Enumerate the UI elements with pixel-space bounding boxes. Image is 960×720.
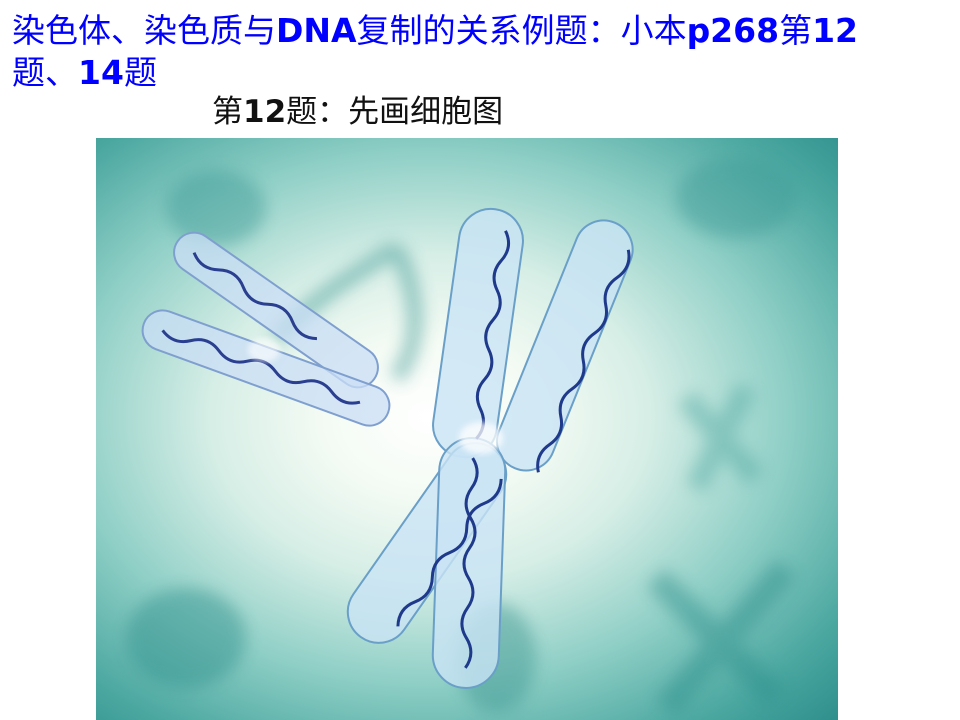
title-text-3: 复制的关系例题：小本 — [356, 11, 687, 50]
slide-title: 染色体、染色质与DNA复制的关系例题：小本p268第12 题、14题 — [12, 10, 948, 94]
small-chromosome — [141, 231, 391, 427]
title-text-1: 染色体、染色质与 — [12, 11, 276, 50]
chromosome-illustration — [96, 138, 838, 720]
chromosome-icon — [126, 158, 796, 717]
title-text-2: DNA — [276, 11, 357, 50]
subtitle-number: 12 — [243, 94, 287, 130]
subtitle-suffix: 题：先画细胞图 — [286, 94, 504, 130]
title-text-5: 第 — [779, 11, 813, 50]
subtitle: 第12题：先画细胞图 — [212, 92, 503, 132]
title-text-9: 题 — [123, 53, 157, 92]
title-text-4: p268 — [686, 11, 780, 50]
title-text-8: 14 — [78, 53, 124, 92]
large-chromosome — [346, 207, 634, 689]
title-text-6: 12 — [812, 11, 859, 50]
title-text-7: 题、 — [12, 53, 78, 92]
subtitle-prefix: 第 — [212, 94, 243, 130]
